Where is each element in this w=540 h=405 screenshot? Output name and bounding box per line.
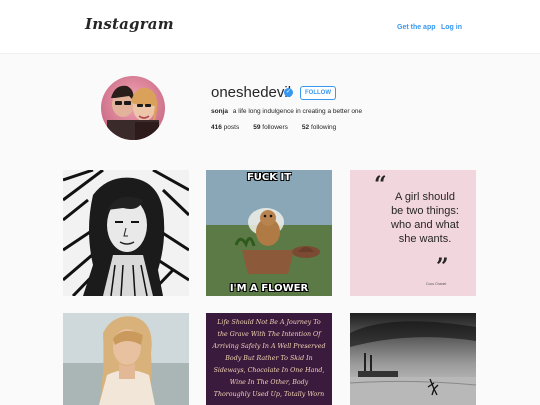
following-label: following xyxy=(310,124,337,131)
journey-quote-text: Life Should Not Be A Journey To the Grav… xyxy=(212,319,326,398)
avatar-image xyxy=(101,76,165,140)
get-the-app-link[interactable]: Get the app xyxy=(397,24,436,31)
posts-label: posts xyxy=(223,124,240,131)
following-stat[interactable]: 52 following xyxy=(302,124,336,131)
open-quote-mark: “ xyxy=(374,172,387,198)
close-quote-mark: ” xyxy=(436,254,449,280)
post-sketch-portrait[interactable] xyxy=(63,170,189,296)
avatar[interactable] xyxy=(101,76,165,140)
dog-meme-image xyxy=(206,170,332,296)
post-quote[interactable]: “ A girl should be two things: who and w… xyxy=(350,170,476,296)
follow-button[interactable]: FOLLOW xyxy=(300,86,336,100)
sketch-portrait-image xyxy=(63,170,189,296)
profile-username: oneshedevil xyxy=(211,84,292,101)
instagram-logo[interactable]: Instagram xyxy=(85,15,174,33)
landscape-image xyxy=(350,313,476,405)
following-count: 52 xyxy=(301,124,310,131)
posts-stat[interactable]: 416 posts xyxy=(211,124,239,131)
followers-count: 59 xyxy=(253,124,261,131)
verified-badge-icon: ✓ xyxy=(284,88,293,97)
top-navigation-bar: Instagram Get the app Log in xyxy=(0,0,540,54)
post-dog-meme[interactable]: FUCK IT I'M A FLOWER xyxy=(206,170,332,296)
followers-stat[interactable]: 59 followers xyxy=(253,124,288,131)
profile-stats: 416 posts 59 followers 52 following xyxy=(211,124,336,131)
quote-text: A girl should be two things: who and wha… xyxy=(391,191,459,245)
profile-bio-text: a life long indulgence in creating a bet… xyxy=(232,108,363,115)
profile-header: oneshedevil ✓ FOLLOW sonja a life long i… xyxy=(0,54,540,164)
post-landscape[interactable] xyxy=(350,313,476,405)
meme-top-text: FUCK IT xyxy=(246,172,292,183)
log-in-link[interactable]: Log in xyxy=(441,24,462,31)
posts-count: 416 xyxy=(211,124,222,131)
followers-label: followers xyxy=(262,124,288,131)
post-journey-quote[interactable]: Life Should Not Be A Journey To the Grav… xyxy=(206,313,332,405)
profile-full-name: sonja xyxy=(211,108,228,115)
profile-bio: sonja a life long indulgence in creating… xyxy=(211,108,362,115)
post-beach-portrait[interactable] xyxy=(63,313,189,405)
beach-portrait-image xyxy=(63,313,189,405)
quote-author: Coco Chanel xyxy=(426,282,447,286)
meme-bottom-text: I'M A FLOWER xyxy=(229,283,309,294)
